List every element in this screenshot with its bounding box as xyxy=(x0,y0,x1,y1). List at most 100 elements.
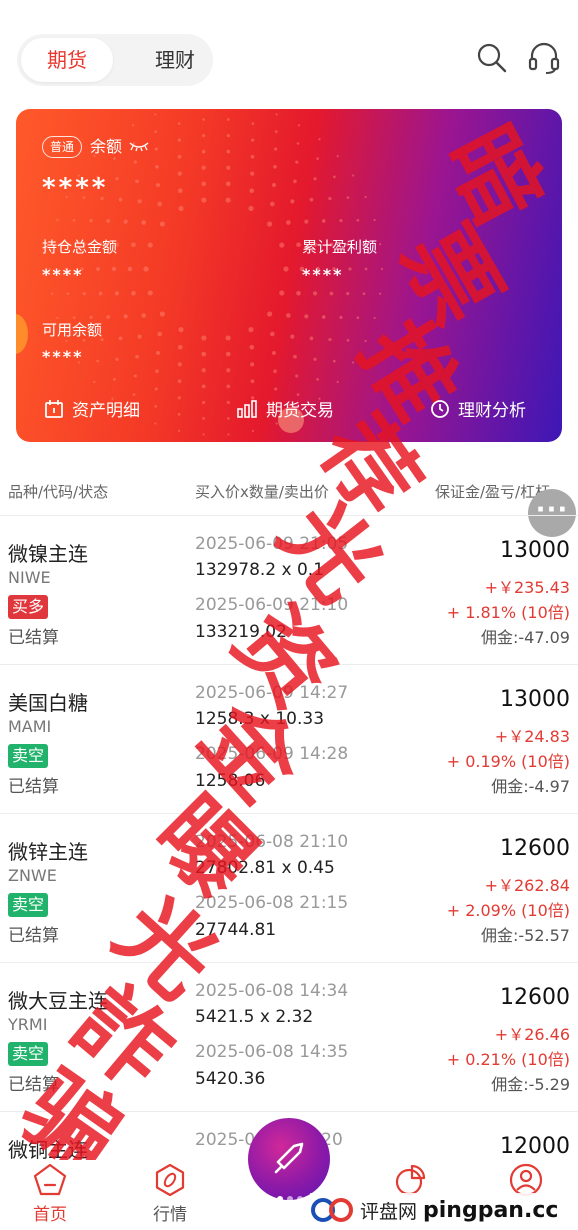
card-dot xyxy=(248,327,254,333)
card-dot xyxy=(155,182,161,188)
card-dot xyxy=(273,369,277,374)
card-dot xyxy=(227,417,230,420)
close-time: 2025-06-09 14:28 xyxy=(195,744,349,764)
center-trade-button[interactable] xyxy=(248,1118,330,1200)
brand-logo-icon xyxy=(311,1198,353,1222)
card-dot xyxy=(251,429,255,432)
direction-badge: 卖空 xyxy=(8,744,49,768)
card-dot xyxy=(227,433,230,436)
home-icon xyxy=(33,1163,67,1196)
card-dot xyxy=(352,361,355,364)
card-dot xyxy=(296,142,300,145)
card-dot xyxy=(177,396,181,400)
card-dot xyxy=(106,315,111,319)
open-time: 2025-06-09 14:27 xyxy=(195,683,349,703)
card-dot xyxy=(93,380,96,384)
card-dot xyxy=(225,351,231,357)
card-dot xyxy=(177,188,183,194)
profit-value: **** xyxy=(302,265,344,284)
card-dot xyxy=(251,138,255,142)
segment-switch: 期货 理财 xyxy=(17,34,213,86)
card-dot xyxy=(137,334,142,339)
product-name: 微镍主连 xyxy=(8,542,88,566)
table-row[interactable]: 微镍主连 NIWE 买多 已结算 2025-06-09 21:05 132978.2 x … xyxy=(0,515,578,664)
settle-status: 已结算 xyxy=(8,628,59,648)
profit-loss: +￥26.46 xyxy=(494,1025,570,1044)
open-time: 2025-06-08 14:34 xyxy=(195,981,349,1001)
profit-loss: +￥235.43 xyxy=(484,578,570,597)
margin-value: 12600 xyxy=(500,836,570,861)
card-dot xyxy=(364,339,367,343)
table-row[interactable]: 美国白糖 MAMI 卖空 已结算 2025-06-09 14:27 1258.3 x 10… xyxy=(0,664,578,813)
card-dot xyxy=(225,181,231,187)
open-time: 2025-06-09 21:05 xyxy=(195,534,349,554)
direction-badge: 卖空 xyxy=(8,1042,49,1066)
card-dot xyxy=(321,219,326,223)
top-bar: 期货 理财 xyxy=(0,0,578,100)
card-dot xyxy=(249,188,255,194)
open-price-qty: 27802.81 x 0.45 xyxy=(195,858,335,878)
close-price: 5420.36 xyxy=(195,1069,266,1089)
card-dot xyxy=(177,413,181,416)
card-dot xyxy=(96,359,99,363)
card-dot xyxy=(271,350,277,356)
asset-detail-link[interactable]: 资产明细 xyxy=(44,396,140,421)
settle-status: 已结算 xyxy=(8,1075,59,1095)
card-dot xyxy=(285,220,291,225)
card-dot xyxy=(202,400,206,405)
card-dot xyxy=(141,313,147,318)
card-dot xyxy=(178,327,184,333)
tab-futures[interactable]: 期货 xyxy=(21,38,113,82)
profit-loss: +￥24.83 xyxy=(494,727,570,746)
commission: 佣金:-52.57 xyxy=(481,926,570,945)
card-dot xyxy=(226,133,230,138)
card-dot xyxy=(177,154,182,159)
card-dot xyxy=(154,422,157,425)
card-dot xyxy=(333,359,336,363)
tab-wealth[interactable]: 理财 xyxy=(129,38,221,82)
profit-percent: + 1.81% (10倍) xyxy=(446,603,570,622)
card-dot xyxy=(283,266,289,272)
card-dot xyxy=(346,292,350,296)
margin-value: 13000 xyxy=(500,538,570,563)
card-dot xyxy=(339,315,343,320)
settle-status: 已结算 xyxy=(8,926,59,946)
eye-closed-icon[interactable] xyxy=(128,140,150,152)
futures-trade-link[interactable]: 期货交易 xyxy=(236,396,334,421)
card-dot xyxy=(201,197,207,203)
brand-name-en: pingpan.cc xyxy=(423,1197,559,1223)
card-dot xyxy=(177,171,182,176)
search-icon[interactable] xyxy=(474,40,510,76)
wealth-analysis-link[interactable]: 理财分析 xyxy=(430,396,526,421)
col-header-product: 品种/代码/状态 xyxy=(8,483,109,501)
card-dot xyxy=(296,242,301,248)
commission: 佣金:-47.09 xyxy=(481,628,570,647)
card-dot xyxy=(297,124,301,127)
card-dot xyxy=(178,205,184,211)
card-dot xyxy=(66,292,70,296)
card-dot xyxy=(123,314,128,319)
card-dot xyxy=(380,267,384,271)
card-dot xyxy=(137,199,142,204)
product-code: YRMI xyxy=(8,1015,48,1034)
card-dot xyxy=(226,368,231,373)
available-label: 可用余额 xyxy=(42,321,103,339)
headset-icon[interactable] xyxy=(526,40,562,76)
card-dot xyxy=(346,196,350,199)
card-dot xyxy=(202,417,205,420)
card-dot xyxy=(201,149,206,154)
card-dot xyxy=(273,164,277,169)
card-dot xyxy=(316,157,319,160)
account-type-badge: 普通 xyxy=(42,136,83,158)
table-row[interactable]: 微大豆主连 YRMI 卖空 已结算 2025-06-08 14:34 5421.5 x 2… xyxy=(0,962,578,1111)
card-dot xyxy=(159,221,165,227)
card-dot xyxy=(201,368,206,373)
card-dot xyxy=(131,124,135,127)
card-dot xyxy=(290,334,295,339)
card-dot xyxy=(177,138,181,142)
table-row[interactable]: 微锌主连 ZNWE 卖空 已结算 2025-06-08 21:10 27802.81 x … xyxy=(0,813,578,962)
card-dot xyxy=(177,379,182,384)
card-dot xyxy=(118,336,123,341)
card-dot xyxy=(133,160,137,164)
card-dot xyxy=(50,292,53,295)
